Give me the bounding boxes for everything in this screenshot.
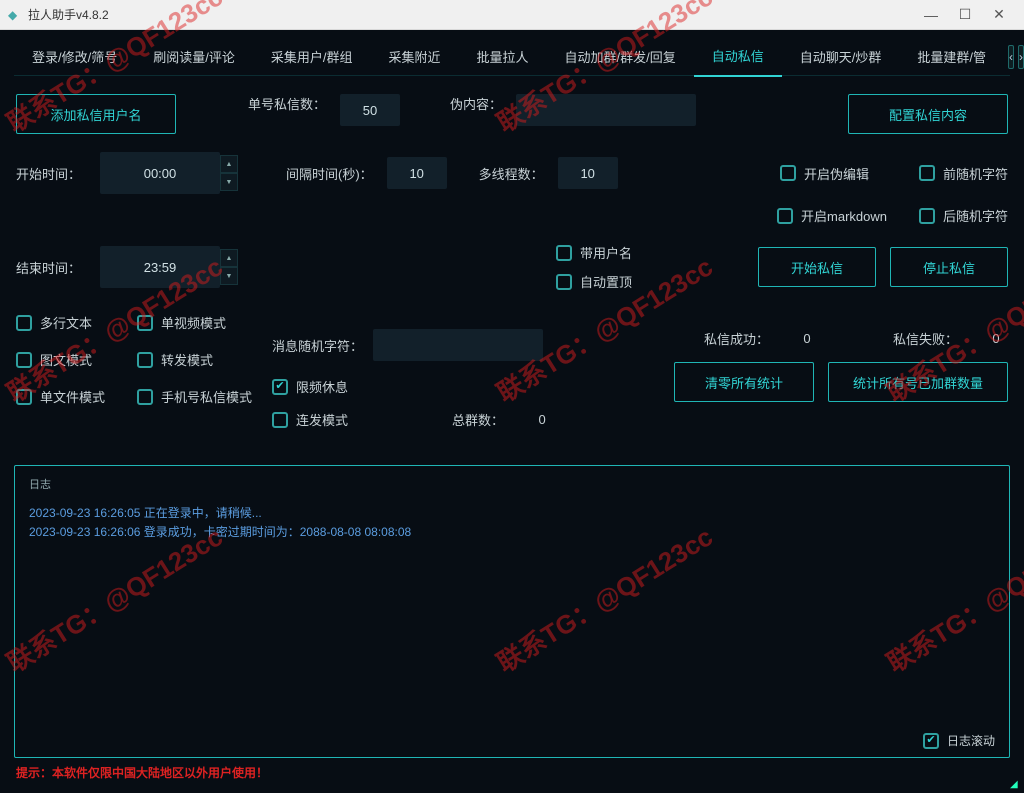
tab-batch-create[interactable]: 批量建群/管 <box>899 37 1004 76</box>
threads-input[interactable] <box>558 157 618 189</box>
per-account-label: 单号私信数： <box>248 94 326 113</box>
fail-label: 私信失败： <box>893 329 958 348</box>
markdown-checkbox[interactable]: 开启markdown <box>777 206 887 225</box>
multiline-checkbox[interactable]: 多行文本 <box>16 313 105 332</box>
fake-edit-checkbox[interactable]: 开启伪编辑 <box>780 164 869 183</box>
suffix-random-checkbox[interactable]: 后随机字符 <box>919 206 1008 225</box>
log-label: 日志 <box>29 476 995 492</box>
app-icon: ◆ <box>8 8 22 22</box>
tabs-next-button[interactable]: › <box>1018 45 1024 69</box>
close-button[interactable]: ✕ <box>982 1 1016 29</box>
tab-collect-nearby[interactable]: 采集附近 <box>370 37 458 76</box>
log-panel: 日志 2023-09-23 16:26:05 正在登录中，请稍候...2023-… <box>14 465 1010 758</box>
client-area: 登录/修改/筛号 刷阅读量/评论 采集用户/群组 采集附近 批量拉人 自动加群/… <box>0 30 1024 793</box>
forward-mode-checkbox[interactable]: 转发模式 <box>137 350 252 369</box>
random-char-label: 消息随机字符： <box>272 336 363 355</box>
tab-login[interactable]: 登录/修改/筛号 <box>14 37 135 76</box>
window-title: 拉人助手v4.8.2 <box>28 6 914 23</box>
prefix-random-checkbox[interactable]: 前随机字符 <box>919 164 1008 183</box>
fail-value: 0 <box>984 331 1008 346</box>
titlebar: ◆ 拉人助手v4.8.2 — ☐ ✕ <box>0 0 1024 30</box>
settings-panel: 添加私信用户名 单号私信数： 伪内容： 配置私信内容 开始时间： ▲ ▼ <box>14 76 1010 451</box>
app-window: ◆ 拉人助手v4.8.2 — ☐ ✕ 登录/修改/筛号 刷阅读量/评论 采集用户… <box>0 0 1024 793</box>
resize-grip-icon[interactable]: ◢ <box>1010 779 1022 791</box>
stop-dm-button[interactable]: 停止私信 <box>890 247 1008 287</box>
total-groups-label: 总群数： <box>452 410 504 429</box>
tab-batch-pull[interactable]: 批量拉人 <box>459 37 547 76</box>
image-text-checkbox[interactable]: 图文模式 <box>16 350 105 369</box>
log-text-area[interactable]: 2023-09-23 16:26:05 正在登录中，请稍候...2023-09-… <box>29 504 995 726</box>
add-dm-user-button[interactable]: 添加私信用户名 <box>16 94 176 134</box>
tab-auto-dm[interactable]: 自动私信 <box>694 36 782 77</box>
interval-label: 间隔时间(秒)： <box>286 164 373 183</box>
tab-collect-user[interactable]: 采集用户/群组 <box>253 37 371 76</box>
tab-auto-group[interactable]: 自动加群/群发/回复 <box>547 37 694 76</box>
start-time-label: 开始时间： <box>16 164 86 183</box>
threads-label: 多线程数： <box>479 164 544 183</box>
tab-bar: 登录/修改/筛号 刷阅读量/评论 采集用户/群组 采集附近 批量拉人 自动加群/… <box>14 30 1010 76</box>
start-dm-button[interactable]: 开始私信 <box>758 247 876 287</box>
rate-limit-checkbox[interactable]: 限频休息 <box>272 377 348 396</box>
interval-input[interactable] <box>387 157 447 189</box>
config-dm-content-button[interactable]: 配置私信内容 <box>848 94 1008 134</box>
auto-pin-checkbox[interactable]: 自动置顶 <box>556 272 632 291</box>
end-time-label: 结束时间： <box>16 258 86 277</box>
end-time-input[interactable] <box>100 246 220 288</box>
fake-content-label: 伪内容： <box>450 94 502 113</box>
minimize-button[interactable]: — <box>914 1 948 29</box>
maximize-button[interactable]: ☐ <box>948 1 982 29</box>
tab-read-comment[interactable]: 刷阅读量/评论 <box>135 37 253 76</box>
success-value: 0 <box>795 331 819 346</box>
start-time-up-button[interactable]: ▲ <box>220 155 238 173</box>
burst-mode-checkbox[interactable]: 连发模式 <box>272 410 348 429</box>
random-char-input[interactable] <box>373 329 543 361</box>
tabs-prev-button[interactable]: ‹ <box>1008 45 1014 69</box>
end-time-up-button[interactable]: ▲ <box>220 249 238 267</box>
single-file-checkbox[interactable]: 单文件模式 <box>16 387 105 406</box>
disclaimer-text: 提示：本软件仅限中国大陆地区以外用户使用！ <box>14 758 1010 783</box>
start-time-down-button[interactable]: ▼ <box>220 173 238 191</box>
log-scroll-checkbox[interactable]: 日志滚动 <box>923 732 995 749</box>
per-account-input[interactable] <box>340 94 400 126</box>
phone-dm-checkbox[interactable]: 手机号私信模式 <box>137 387 252 406</box>
single-video-checkbox[interactable]: 单视频模式 <box>137 313 252 332</box>
reset-stats-button[interactable]: 清零所有统计 <box>674 362 814 402</box>
total-groups-value: 0 <box>530 412 554 427</box>
tab-auto-chat[interactable]: 自动聊天/炒群 <box>782 37 900 76</box>
fake-content-input[interactable] <box>516 94 696 126</box>
with-username-checkbox[interactable]: 带用户名 <box>556 243 632 262</box>
count-joined-groups-button[interactable]: 统计所有号已加群数量 <box>828 362 1008 402</box>
end-time-down-button[interactable]: ▼ <box>220 267 238 285</box>
start-time-input[interactable] <box>100 152 220 194</box>
success-label: 私信成功： <box>704 329 769 348</box>
